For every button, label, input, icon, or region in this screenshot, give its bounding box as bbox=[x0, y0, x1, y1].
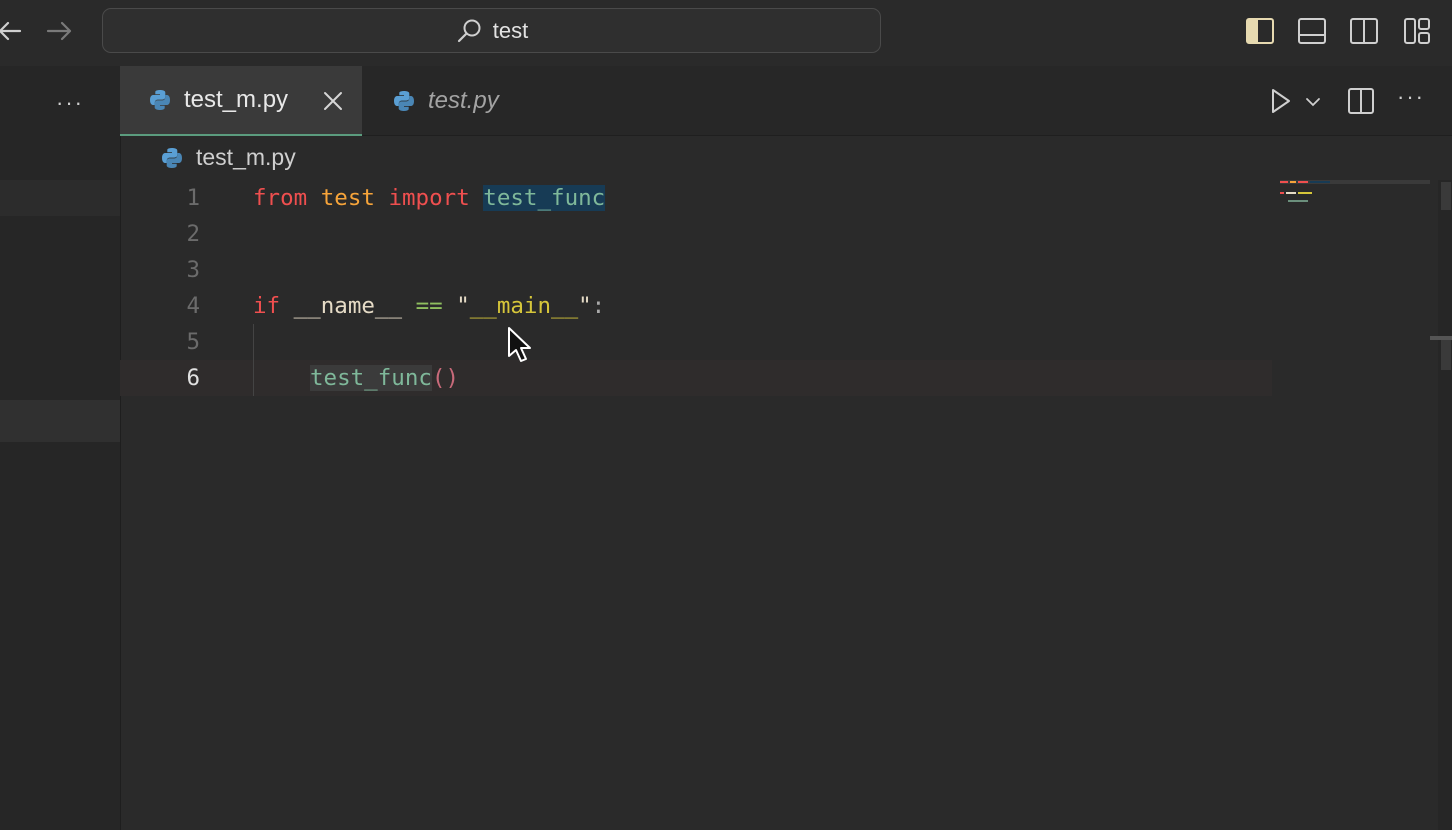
code-line: 2 bbox=[120, 216, 1272, 252]
colon: : bbox=[591, 293, 606, 319]
minimap[interactable] bbox=[1276, 180, 1432, 830]
cursor-position-marker bbox=[1430, 336, 1452, 340]
python-icon bbox=[394, 91, 414, 111]
panel-bottom-icon[interactable] bbox=[1297, 16, 1327, 46]
line-number: 3 bbox=[186, 257, 200, 283]
parentheses: () bbox=[431, 365, 460, 391]
sidebar-item[interactable] bbox=[0, 400, 120, 442]
chevron-down-icon[interactable] bbox=[1304, 94, 1322, 110]
module-name: test bbox=[320, 185, 375, 211]
arrow-left-icon[interactable] bbox=[0, 14, 28, 48]
code-line-current: 6 test_func() bbox=[120, 360, 1272, 396]
keyword: if bbox=[253, 293, 281, 319]
scrollbar-thumb[interactable] bbox=[1441, 336, 1451, 370]
quote: " bbox=[578, 293, 592, 319]
command-center-search[interactable]: test bbox=[102, 8, 881, 53]
search-text: test bbox=[492, 17, 529, 43]
operator: == bbox=[415, 293, 443, 319]
indent-guide bbox=[253, 324, 254, 396]
keyword: from bbox=[253, 185, 308, 211]
line-number: 5 bbox=[186, 329, 200, 355]
breadcrumb[interactable]: test_m.py bbox=[160, 144, 296, 171]
line-content: from test import test_func bbox=[253, 180, 606, 216]
tab-label: test.py bbox=[428, 87, 499, 114]
tab-label: test_m.py bbox=[184, 86, 289, 113]
function-call: test_func bbox=[310, 365, 432, 391]
arrow-right-icon[interactable] bbox=[42, 14, 76, 48]
python-icon bbox=[150, 90, 170, 110]
play-icon[interactable] bbox=[1266, 86, 1294, 116]
line-number: 4 bbox=[186, 293, 200, 319]
more-actions-icon[interactable]: ··· bbox=[56, 90, 84, 116]
breadcrumb-file: test_m.py bbox=[196, 144, 296, 170]
keyword: import bbox=[388, 185, 470, 211]
imported-name: test_func bbox=[483, 185, 606, 211]
line-number: 1 bbox=[186, 185, 200, 211]
code-line: 1 from test import test_func bbox=[120, 180, 1272, 216]
layout-icon[interactable] bbox=[1402, 16, 1432, 46]
editor-tab-bar: test_m.py test.py ··· bbox=[120, 66, 1452, 136]
line-content: if __name__ == "__main__": bbox=[253, 288, 605, 324]
title-bar: test bbox=[0, 0, 1452, 66]
sidebar: ··· bbox=[0, 66, 121, 830]
search-icon bbox=[457, 19, 481, 42]
vertical-scrollbar[interactable] bbox=[1438, 180, 1452, 830]
code-line: 3 bbox=[120, 252, 1272, 288]
line-content: test_func() bbox=[310, 360, 459, 396]
identifier: __name__ bbox=[293, 293, 403, 319]
string-literal: __main__ bbox=[469, 293, 579, 319]
close-icon[interactable] bbox=[320, 88, 346, 114]
line-number: 2 bbox=[186, 221, 200, 247]
line-number: 6 bbox=[186, 365, 200, 391]
tab-test-m-py[interactable]: test_m.py bbox=[120, 66, 362, 136]
mouse-cursor-icon bbox=[508, 327, 531, 362]
code-line: 5 bbox=[120, 324, 1272, 360]
more-actions-icon[interactable]: ··· bbox=[1397, 84, 1425, 114]
code-line: 4 if __name__ == "__main__": bbox=[120, 288, 1272, 324]
sidebar-left-icon[interactable] bbox=[1245, 16, 1275, 46]
quote: " bbox=[456, 293, 470, 319]
sidebar-right-icon[interactable] bbox=[1349, 16, 1379, 46]
scrollbar-thumb[interactable] bbox=[1441, 182, 1451, 210]
split-editor-icon[interactable] bbox=[1346, 86, 1376, 116]
python-icon bbox=[162, 147, 182, 168]
code-editor[interactable]: 1 from test import test_func 2 3 4 if __… bbox=[120, 180, 1430, 830]
tab-test-py[interactable]: test.py bbox=[392, 66, 572, 136]
sidebar-item[interactable] bbox=[0, 180, 120, 216]
